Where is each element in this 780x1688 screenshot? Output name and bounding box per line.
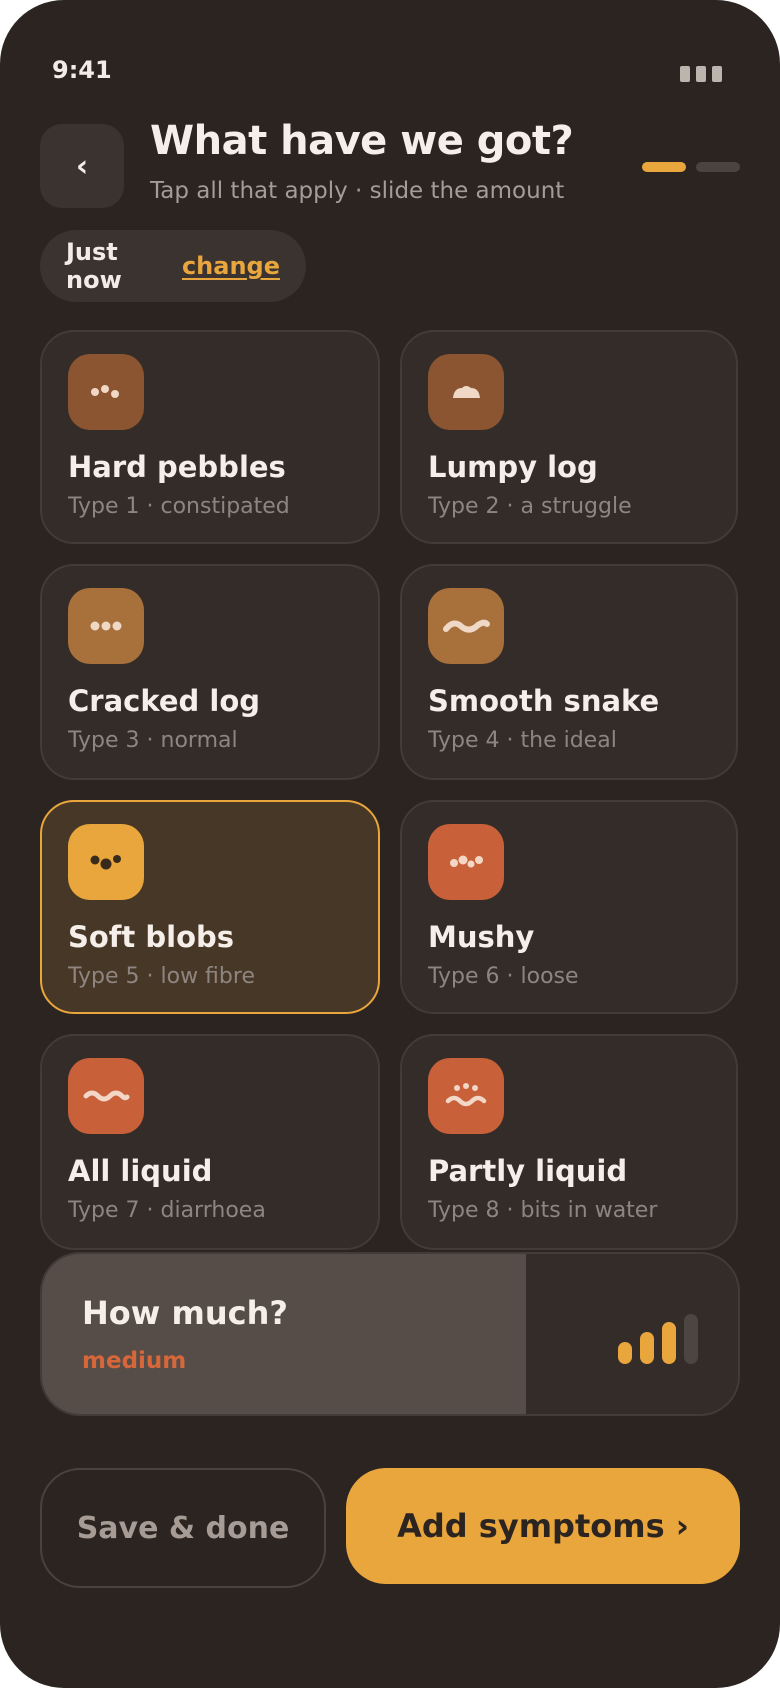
- type-desc: Type 6 · loose: [428, 964, 579, 989]
- step-2-indicator: [696, 162, 740, 172]
- chevron-left-icon: ‹: [75, 148, 89, 184]
- amount-level-bar: [618, 1342, 632, 1364]
- status-time: 9:41: [52, 56, 112, 84]
- page-title: What have we got?: [150, 118, 574, 164]
- liquid-icon: [68, 1058, 144, 1134]
- signal-bars-icon: [618, 1308, 698, 1364]
- type-card-4[interactable]: Smooth snake Type 4 · the ideal: [400, 564, 738, 780]
- type-name: Smooth snake: [428, 684, 660, 718]
- type-name: Mushy: [428, 920, 535, 954]
- save-done-button[interactable]: Save & done: [40, 1468, 326, 1588]
- type-name: Cracked log: [68, 684, 260, 718]
- type-card-1[interactable]: Hard pebbles Type 1 · constipated: [40, 330, 380, 544]
- type-desc: Type 1 · constipated: [68, 494, 290, 519]
- phone-screen: 9:41 ‹ What have we got? Tap all that ap…: [0, 0, 780, 1688]
- amount-slider[interactable]: How much? medium: [40, 1252, 740, 1416]
- battery-icon: [680, 66, 722, 82]
- type-name: Partly liquid: [428, 1154, 628, 1188]
- time-label: Just now: [66, 238, 122, 294]
- back-button[interactable]: ‹: [40, 124, 124, 208]
- type-card-5[interactable]: Soft blobs Type 5 · low fibre: [40, 800, 380, 1014]
- step-progress: [642, 162, 740, 172]
- amount-level-bar: [640, 1332, 654, 1364]
- bits-in-water-icon: [428, 1058, 504, 1134]
- cracked-icon: [68, 588, 144, 664]
- type-card-8[interactable]: Partly liquid Type 8 · bits in water: [400, 1034, 738, 1250]
- blobs-icon: [68, 824, 144, 900]
- snake-icon: [428, 588, 504, 664]
- add-symptoms-button[interactable]: Add symptoms ›: [346, 1468, 740, 1584]
- change-time-link[interactable]: change: [182, 252, 280, 280]
- type-card-2[interactable]: Lumpy log Type 2 · a struggle: [400, 330, 738, 544]
- step-1-indicator: [642, 162, 686, 172]
- type-name: All liquid: [68, 1154, 213, 1188]
- type-card-3[interactable]: Cracked log Type 3 · normal: [40, 564, 380, 780]
- amount-level-bar: [662, 1322, 676, 1364]
- mushy-icon: [428, 824, 504, 900]
- amount-label: How much?: [82, 1294, 288, 1332]
- amount-slider-fill[interactable]: [42, 1254, 526, 1414]
- type-desc: Type 7 · diarrhoea: [68, 1198, 266, 1223]
- page-subtitle: Tap all that apply · slide the amount: [150, 178, 565, 204]
- stool-type-grid: Hard pebbles Type 1 · constipated Lumpy …: [40, 330, 738, 1250]
- amount-level-bar: [684, 1314, 698, 1364]
- type-desc: Type 2 · a struggle: [428, 494, 632, 519]
- type-name: Lumpy log: [428, 450, 598, 484]
- time-pill: Just now change: [40, 230, 306, 302]
- type-card-6[interactable]: Mushy Type 6 · loose: [400, 800, 738, 1014]
- type-card-7[interactable]: All liquid Type 7 · diarrhoea: [40, 1034, 380, 1250]
- type-name: Soft blobs: [68, 920, 235, 954]
- type-desc: Type 5 · low fibre: [68, 964, 255, 989]
- amount-value: medium: [82, 1348, 187, 1374]
- pebbles-icon: [68, 354, 144, 430]
- type-desc: Type 8 · bits in water: [428, 1198, 658, 1223]
- type-desc: Type 4 · the ideal: [428, 728, 617, 753]
- type-desc: Type 3 · normal: [68, 728, 238, 753]
- type-name: Hard pebbles: [68, 450, 286, 484]
- lump-icon: [428, 354, 504, 430]
